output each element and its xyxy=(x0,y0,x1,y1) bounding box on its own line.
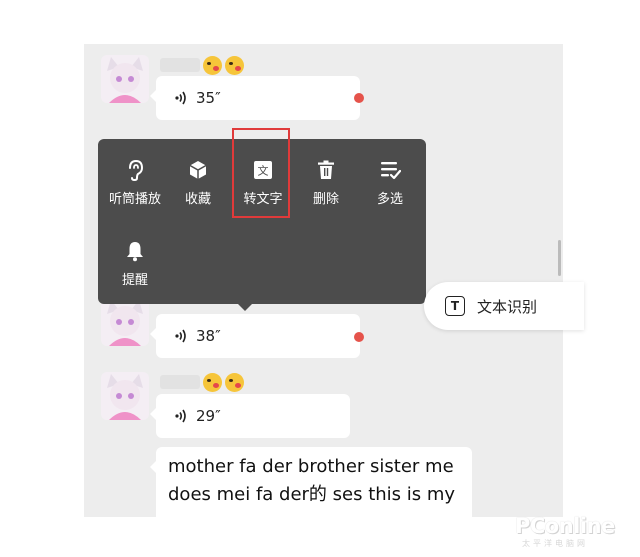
voice-wave-icon xyxy=(175,329,186,343)
multi-select-icon xyxy=(381,162,401,180)
voice-duration: 38″ xyxy=(196,327,221,345)
voice-wave-icon xyxy=(175,409,186,423)
text-line: mother fa der brother sister me xyxy=(168,456,454,477)
cube-icon xyxy=(189,161,207,179)
menu-item-label: 删除 xyxy=(312,192,339,207)
avatar[interactable] xyxy=(101,372,149,420)
voice-duration: 29″ xyxy=(196,407,221,425)
sender-name xyxy=(160,372,244,392)
menu-item-earpiece[interactable]: 听筒播放 xyxy=(103,159,167,207)
blurred-name xyxy=(160,375,200,389)
text-message[interactable]: mother fa der brother sister me does mei… xyxy=(150,447,472,517)
menu-item-label: 听筒播放 xyxy=(108,192,161,207)
menu-item-multi-select[interactable]: 多选 xyxy=(358,159,422,207)
text-line: does mei fa der的 ses this is my xyxy=(168,484,456,505)
highlight-box xyxy=(232,128,290,218)
avatar[interactable] xyxy=(101,298,149,346)
menu-item-label: 收藏 xyxy=(184,192,211,207)
text-recognition-icon: T xyxy=(445,296,465,316)
menu-item-delete[interactable]: 删除 xyxy=(294,159,358,207)
voice-duration: 35″ xyxy=(196,89,221,107)
menu-item-label: 多选 xyxy=(376,192,403,207)
sender-name xyxy=(160,55,244,75)
voice-message[interactable]: 35″ xyxy=(150,76,360,120)
unread-dot xyxy=(354,93,364,103)
voice-message[interactable]: 38″ xyxy=(150,314,360,358)
trash-icon xyxy=(318,160,334,179)
ear-icon xyxy=(129,159,144,181)
unread-dot xyxy=(354,332,364,342)
blurred-name xyxy=(160,58,200,72)
kiss-emoji-icon xyxy=(225,372,244,392)
kiss-emoji-icon xyxy=(203,55,222,75)
menu-item-remind[interactable]: 提醒 xyxy=(103,240,167,288)
watermark-logo: PConline xyxy=(515,514,615,538)
text-recognition-label: 文本识别 xyxy=(477,297,538,316)
watermark-subtitle: 太平洋电脑网 xyxy=(522,539,588,548)
kiss-emoji-icon xyxy=(225,55,244,75)
voice-wave-icon xyxy=(175,91,186,105)
kiss-emoji-icon xyxy=(203,372,222,392)
menu-item-label: 提醒 xyxy=(121,273,148,288)
scrollbar[interactable] xyxy=(558,240,561,276)
avatar[interactable] xyxy=(101,55,149,103)
text-recognition-button[interactable]: T 文本识别 xyxy=(424,282,584,330)
menu-item-favorite[interactable]: 收藏 xyxy=(166,159,230,207)
voice-message[interactable]: 29″ xyxy=(150,394,350,438)
bell-icon xyxy=(127,242,143,262)
